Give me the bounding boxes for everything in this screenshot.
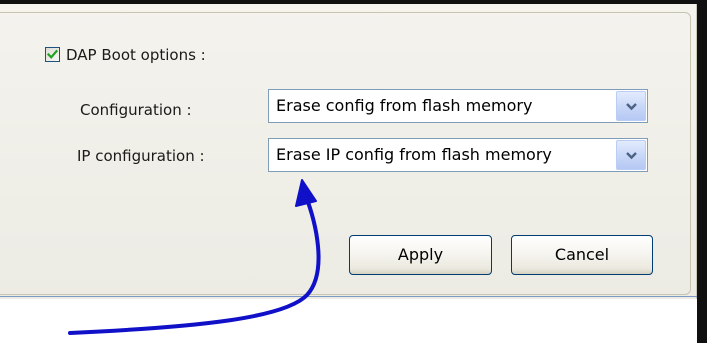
apply-button[interactable]: Apply <box>349 235 492 275</box>
dap-boot-options-label[interactable]: DAP Boot options : <box>66 46 206 64</box>
window-frame-right <box>697 0 707 343</box>
separator-line <box>0 296 697 297</box>
ip-configuration-value: Erase IP config from flash memory <box>276 145 552 164</box>
configuration-value: Erase config from flash memory <box>276 96 533 115</box>
configuration-label: Configuration : <box>80 101 192 119</box>
dap-boot-options-checkbox[interactable] <box>45 47 60 62</box>
chevron-down-icon <box>626 152 637 160</box>
dialog-screenshot: DAP Boot options : Configuration : Erase… <box>0 0 707 343</box>
cancel-button[interactable]: Cancel <box>511 235 653 275</box>
lower-area <box>0 299 697 343</box>
ip-configuration-dropdown-button[interactable] <box>616 140 646 170</box>
chevron-down-icon <box>626 103 637 111</box>
configuration-dropdown-button[interactable] <box>616 91 646 121</box>
configuration-dropdown[interactable]: Erase config from flash memory <box>268 89 648 123</box>
ip-configuration-label: IP configuration : <box>77 147 205 165</box>
check-icon <box>47 49 58 59</box>
ip-configuration-dropdown[interactable]: Erase IP config from flash memory <box>268 138 648 172</box>
